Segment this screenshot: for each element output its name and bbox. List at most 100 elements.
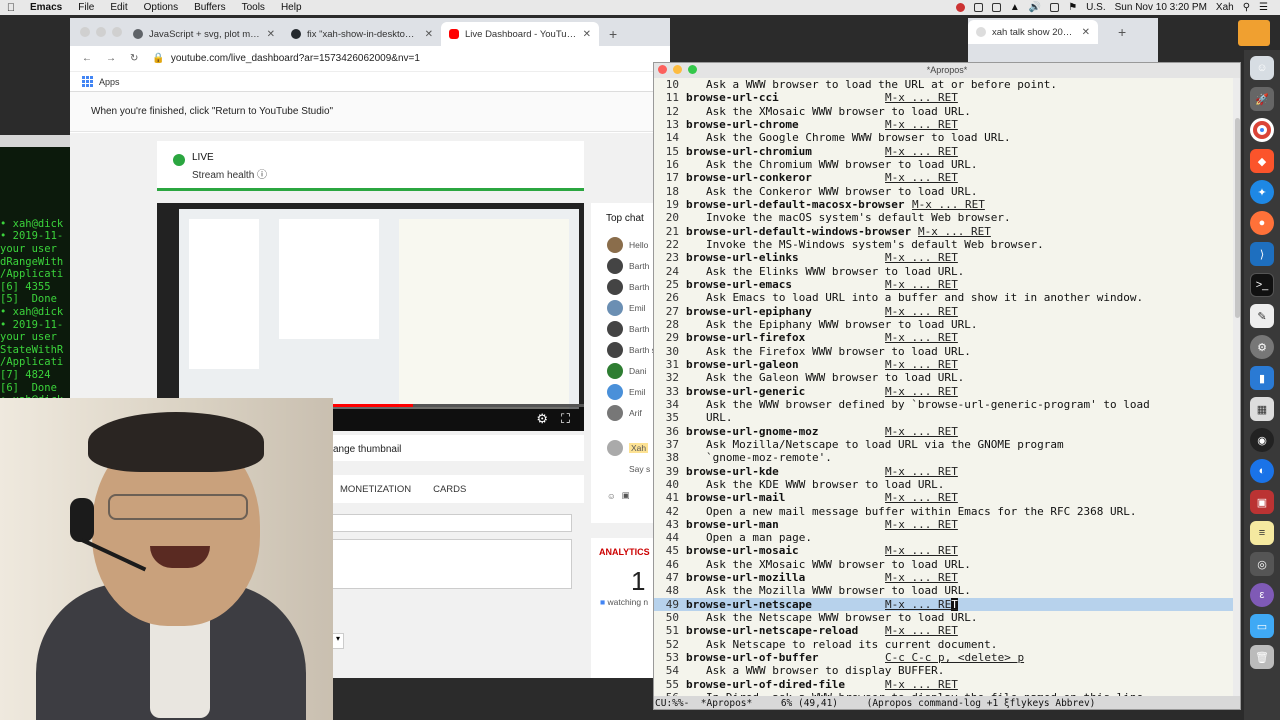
apropos-doc-line[interactable]: 16 Ask the Chromium WWW browser to load U…	[654, 158, 1240, 171]
key-binding[interactable]: M-x ... RET	[885, 145, 958, 158]
function-name[interactable]: browse-url-kde	[686, 465, 779, 478]
menu-help[interactable]: Help	[273, 2, 310, 13]
new-tab-button[interactable]: +	[1108, 24, 1136, 44]
close-tab-icon[interactable]: ✕	[425, 29, 433, 40]
address-bar[interactable]: youtube.com/live_dashboard?ar=1573426062…	[171, 53, 420, 64]
bookmark-apps[interactable]: Apps	[99, 77, 120, 87]
apropos-doc-line[interactable]: 32 Ask the Galeon WWW browser to load URL…	[654, 371, 1240, 384]
money-icon[interactable]: ▣	[622, 490, 630, 501]
apropos-doc-line[interactable]: 30 Ask the Firefox WWW browser to load UR…	[654, 345, 1240, 358]
apropos-doc-line[interactable]: 26 Ask Emacs to load URL into a buffer an…	[654, 291, 1240, 304]
minimize-window-button[interactable]	[96, 27, 106, 37]
minimize-window-button[interactable]	[673, 65, 682, 74]
browser-tab-talk-show[interactable]: xah talk show 2019-11-10 ✕	[968, 20, 1098, 44]
apropos-doc-line[interactable]: 35 URL.	[654, 411, 1240, 424]
window-icon[interactable]	[991, 3, 1001, 12]
key-binding[interactable]: C-c C-c p, <delete> p	[885, 651, 1024, 664]
downloads-folder-icon[interactable]: ▭	[1250, 614, 1274, 638]
apropos-entry[interactable]: 39 browse-url-kde M-x ... RET	[654, 465, 1240, 478]
menu-list-icon[interactable]: ☰	[1259, 2, 1268, 13]
back-arrow-icon[interactable]: ←	[82, 53, 92, 64]
function-name[interactable]: browse-url-default-windows-browser	[686, 225, 911, 238]
menu-app-name[interactable]: Emacs	[22, 2, 70, 13]
desktop-folder-icon[interactable]	[1238, 20, 1270, 46]
key-binding[interactable]: M-x ... RET	[885, 331, 958, 344]
textedit-icon[interactable]: ✎	[1250, 304, 1274, 328]
apropos-doc-line[interactable]: 44 Open a man page.	[654, 531, 1240, 544]
key-binding[interactable]: M-x ... RET	[885, 465, 958, 478]
apropos-doc-line[interactable]: 42 Open a new mail message buffer within …	[654, 505, 1240, 518]
apropos-entry[interactable]: 36 browse-url-gnome-moz M-x ... RET	[654, 425, 1240, 438]
input-source[interactable]: U.S.	[1086, 2, 1105, 13]
apropos-entry[interactable]: 43 browse-url-man M-x ... RET	[654, 518, 1240, 531]
apropos-doc-line[interactable]: 28 Ask the Epiphany WWW browser to load U…	[654, 318, 1240, 331]
apropos-doc-line[interactable]: 37 Ask Mozilla/Netscape to load URL via t…	[654, 438, 1240, 451]
apropos-doc-line[interactable]: 48 Ask the Mozilla WWW browser to load UR…	[654, 584, 1240, 597]
brave-icon[interactable]: ◆	[1250, 149, 1274, 173]
menu-file[interactable]: File	[70, 2, 102, 13]
apropos-entry[interactable]: 19 browse-url-default-macosx-browser M-x .…	[654, 198, 1240, 211]
apropos-entry[interactable]: 31 browse-url-galeon M-x ... RET	[654, 358, 1240, 371]
key-binding[interactable]: M-x ... RET	[918, 225, 991, 238]
tab-monetization[interactable]: MONETIZATION	[340, 484, 411, 495]
close-window-button[interactable]	[80, 27, 90, 37]
apropos-entry[interactable]: 21 browse-url-default-windows-browser M-x …	[654, 225, 1240, 238]
apropos-entry[interactable]: 27 browse-url-epiphany M-x ... RET	[654, 305, 1240, 318]
key-binding[interactable]: M-x ... RET	[885, 385, 958, 398]
zoom-window-button[interactable]	[112, 27, 122, 37]
menu-tools[interactable]: Tools	[234, 2, 273, 13]
key-binding[interactable]: M-x ... RET	[885, 597, 958, 611]
apropos-entry[interactable]: 53 browse-url-of-buffer C-c C-c p, <delete…	[654, 651, 1240, 664]
function-name[interactable]: browse-url-mail	[686, 491, 785, 504]
key-binding[interactable]: M-x ... RET	[885, 544, 958, 557]
apropos-entry[interactable]: 11 browse-url-cci M-x ... RET	[654, 91, 1240, 104]
vscode-icon[interactable]: ⟩	[1250, 242, 1274, 266]
apropos-doc-line[interactable]: 38 `gnome-moz-remote'.	[654, 451, 1240, 464]
apropos-doc-line[interactable]: 50 Ask the Netscape WWW browser to load U…	[654, 611, 1240, 624]
apropos-entry[interactable]: 41 browse-url-mail M-x ... RET	[654, 491, 1240, 504]
browser-tab-javascript[interactable]: JavaScript + svg, plot math cu ✕	[125, 22, 283, 46]
menu-buffers[interactable]: Buffers	[186, 2, 234, 13]
apropos-entry[interactable]: 13 browse-url-chrome M-x ... RET	[654, 118, 1240, 131]
apple-icon[interactable]: 	[0, 2, 22, 14]
function-name[interactable]: browse-url-galeon	[686, 358, 799, 371]
system-preferences-icon[interactable]: ⚙	[1250, 335, 1274, 359]
function-name[interactable]: browse-url-of-dired-file	[686, 678, 845, 691]
obs-icon[interactable]: ◉	[1250, 428, 1274, 452]
function-name[interactable]: browse-url-mozilla	[686, 571, 805, 584]
reload-icon[interactable]: ↻	[130, 53, 138, 64]
function-name[interactable]: browse-url-emacs	[686, 278, 792, 291]
apropos-doc-line[interactable]: 24 Ask the Elinks WWW browser to load URL…	[654, 265, 1240, 278]
key-binding[interactable]: M-x ... RET	[885, 91, 958, 104]
function-name[interactable]: browse-url-generic	[686, 385, 805, 398]
spotlight-icon[interactable]: ⚲	[1243, 2, 1250, 13]
terminal-window[interactable]: • xah@dick • 2019-11- your user dRangeWith /…	[0, 135, 80, 435]
apropos-entry[interactable]: 17 browse-url-conkeror M-x ... RET	[654, 171, 1240, 184]
chrome-icon[interactable]	[1250, 118, 1274, 142]
menu-edit[interactable]: Edit	[102, 2, 135, 13]
apropos-entry[interactable]: 23 browse-url-elinks M-x ... RET	[654, 251, 1240, 264]
key-binding[interactable]: M-x ... RET	[912, 198, 985, 211]
key-binding[interactable]: M-x ... RET	[885, 171, 958, 184]
apropos-doc-line[interactable]: 22 Invoke the MS-Windows system's default…	[654, 238, 1240, 251]
launchpad-icon[interactable]: 🚀	[1250, 87, 1274, 111]
apropos-doc-line[interactable]: 46 Ask the XMosaic WWW browser to load UR…	[654, 558, 1240, 571]
emoji-icon[interactable]: ☺	[607, 491, 616, 501]
apropos-entry[interactable]: 45 browse-url-mosaic M-x ... RET	[654, 544, 1240, 557]
description-field[interactable]	[332, 539, 572, 589]
emacs-dock-icon[interactable]: ε	[1250, 583, 1274, 607]
apropos-entry[interactable]: 29 browse-url-firefox M-x ... RET	[654, 331, 1240, 344]
terminal-icon[interactable]: >_	[1250, 273, 1274, 297]
browser-tab-github[interactable]: fix "xah-show-in-desktop: She ✕	[283, 22, 441, 46]
function-name[interactable]: browse-url-firefox	[686, 331, 805, 344]
close-tab-icon[interactable]: ✕	[267, 29, 275, 40]
function-name[interactable]: browse-url-of-buffer	[686, 651, 818, 664]
apropos-doc-line[interactable]: 20 Invoke the macOS system's default Web …	[654, 211, 1240, 224]
screen-icon[interactable]	[973, 3, 983, 12]
calendar-icon[interactable]: ▦	[1250, 397, 1274, 421]
stream-preview[interactable]: ⚙ ⛶	[157, 203, 584, 431]
function-name[interactable]: browse-url-cci	[686, 91, 779, 104]
menu-options[interactable]: Options	[136, 2, 186, 13]
apropos-doc-line[interactable]: 18 Ask the Conkeror WWW browser to load U…	[654, 185, 1240, 198]
close-tab-icon[interactable]: ✕	[583, 29, 591, 40]
